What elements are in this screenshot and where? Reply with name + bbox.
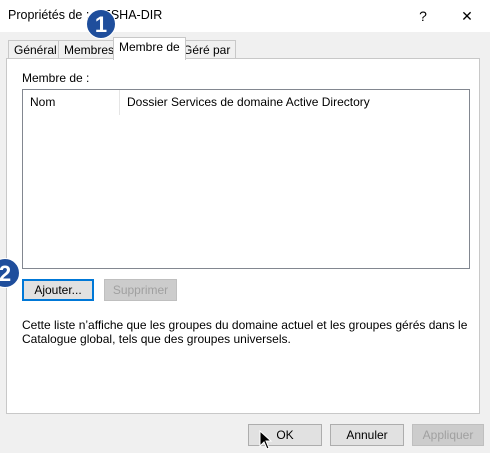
cancel-button[interactable]: Annuler	[330, 424, 404, 446]
add-button[interactable]: Ajouter...	[22, 279, 94, 301]
column-header-dossier[interactable]: Dossier Services de domaine Active Direc…	[120, 90, 469, 115]
info-text: Cette liste n’affiche que les groupes du…	[22, 318, 468, 346]
title-bar: Propriétés de : GESHA-DIR ? ✕	[0, 0, 490, 32]
apply-button[interactable]: Appliquer	[412, 424, 484, 446]
tab-gere-par[interactable]: Géré par	[177, 40, 237, 60]
help-button[interactable]: ?	[400, 0, 446, 32]
member-of-list[interactable]: Nom Dossier Services de domaine Active D…	[22, 89, 470, 269]
tab-membre-de[interactable]: Membre de	[113, 37, 186, 60]
member-of-label: Membre de :	[22, 71, 90, 85]
tab-membres[interactable]: Membres	[58, 40, 121, 60]
step-badge-1: 1	[86, 9, 116, 39]
mouse-cursor-icon	[259, 430, 273, 450]
tab-general[interactable]: Général	[8, 40, 63, 60]
window-title: Propriétés de : GESHA-DIR	[8, 8, 163, 22]
tab-panel-membre-de: Membre de : Nom Dossier Services de doma…	[6, 58, 480, 414]
remove-button[interactable]: Supprimer	[104, 279, 177, 301]
column-header-nom[interactable]: Nom	[23, 90, 119, 115]
close-button[interactable]: ✕	[444, 0, 490, 32]
